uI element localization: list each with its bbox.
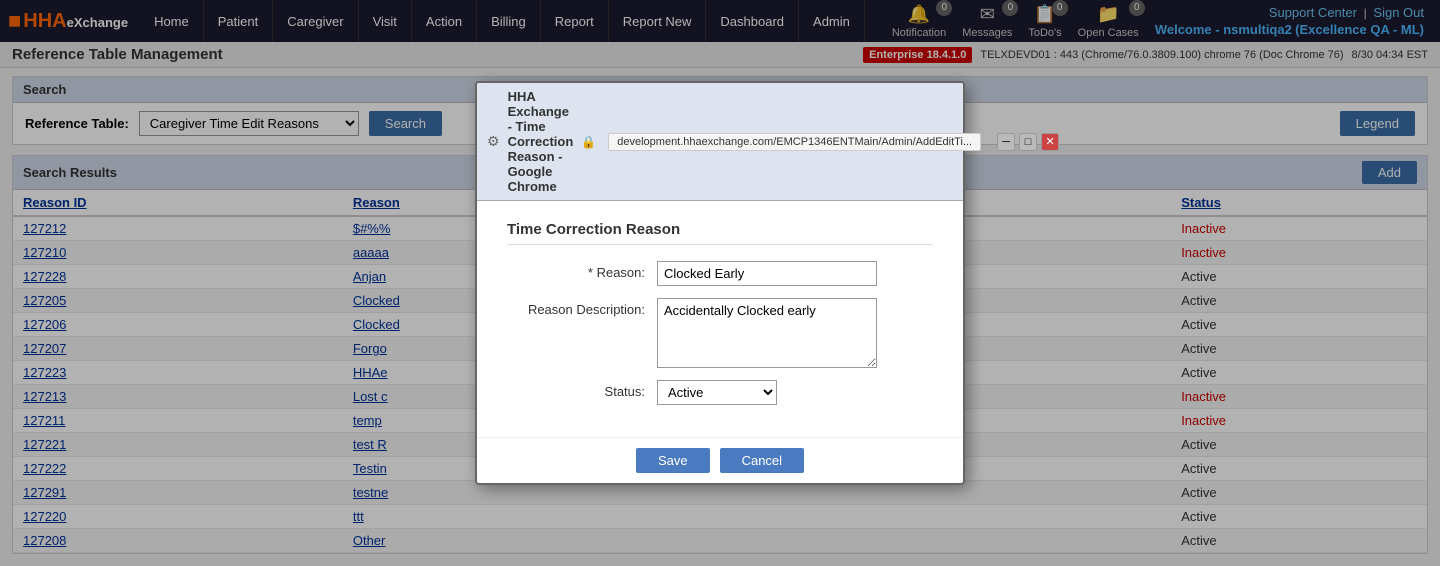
modal-close-button[interactable]: ✕ xyxy=(1041,133,1059,151)
browser-icon: ⚙ xyxy=(487,133,500,150)
modal-browser-title: HHA Exchange - Time Correction Reason - … xyxy=(508,89,574,194)
status-dropdown[interactable]: Active Inactive xyxy=(657,380,777,405)
modal-minimize-button[interactable]: ─ xyxy=(997,133,1015,151)
lock-security-icon: 🔒 xyxy=(581,135,596,149)
reason-label: * Reason: xyxy=(507,261,657,280)
cancel-button[interactable]: Cancel xyxy=(720,448,804,473)
modal-body: Time Correction Reason * Reason: Reason … xyxy=(477,201,963,437)
modal-overlay: ⚙ HHA Exchange - Time Correction Reason … xyxy=(0,0,1440,566)
status-row: Status: Active Inactive xyxy=(507,380,933,405)
status-label: Status: xyxy=(507,380,657,399)
modal-window: ⚙ HHA Exchange - Time Correction Reason … xyxy=(475,81,965,485)
description-label: Reason Description: xyxy=(507,298,657,317)
modal-titlebar: ⚙ HHA Exchange - Time Correction Reason … xyxy=(477,83,963,201)
modal-footer: Save Cancel xyxy=(477,437,963,483)
description-row: Reason Description: xyxy=(507,298,933,368)
modal-form-title: Time Correction Reason xyxy=(507,221,933,245)
modal-maximize-button[interactable]: □ xyxy=(1019,133,1037,151)
modal-title-left: ⚙ HHA Exchange - Time Correction Reason … xyxy=(487,89,573,194)
modal-url-bar: development.hhaexchange.com/EMCP1346ENTM… xyxy=(608,133,981,151)
description-textarea[interactable] xyxy=(657,298,877,368)
reason-input[interactable] xyxy=(657,261,877,286)
save-button[interactable]: Save xyxy=(636,448,710,473)
modal-controls: ─ □ ✕ xyxy=(997,133,1059,151)
reason-row: * Reason: xyxy=(507,261,933,286)
